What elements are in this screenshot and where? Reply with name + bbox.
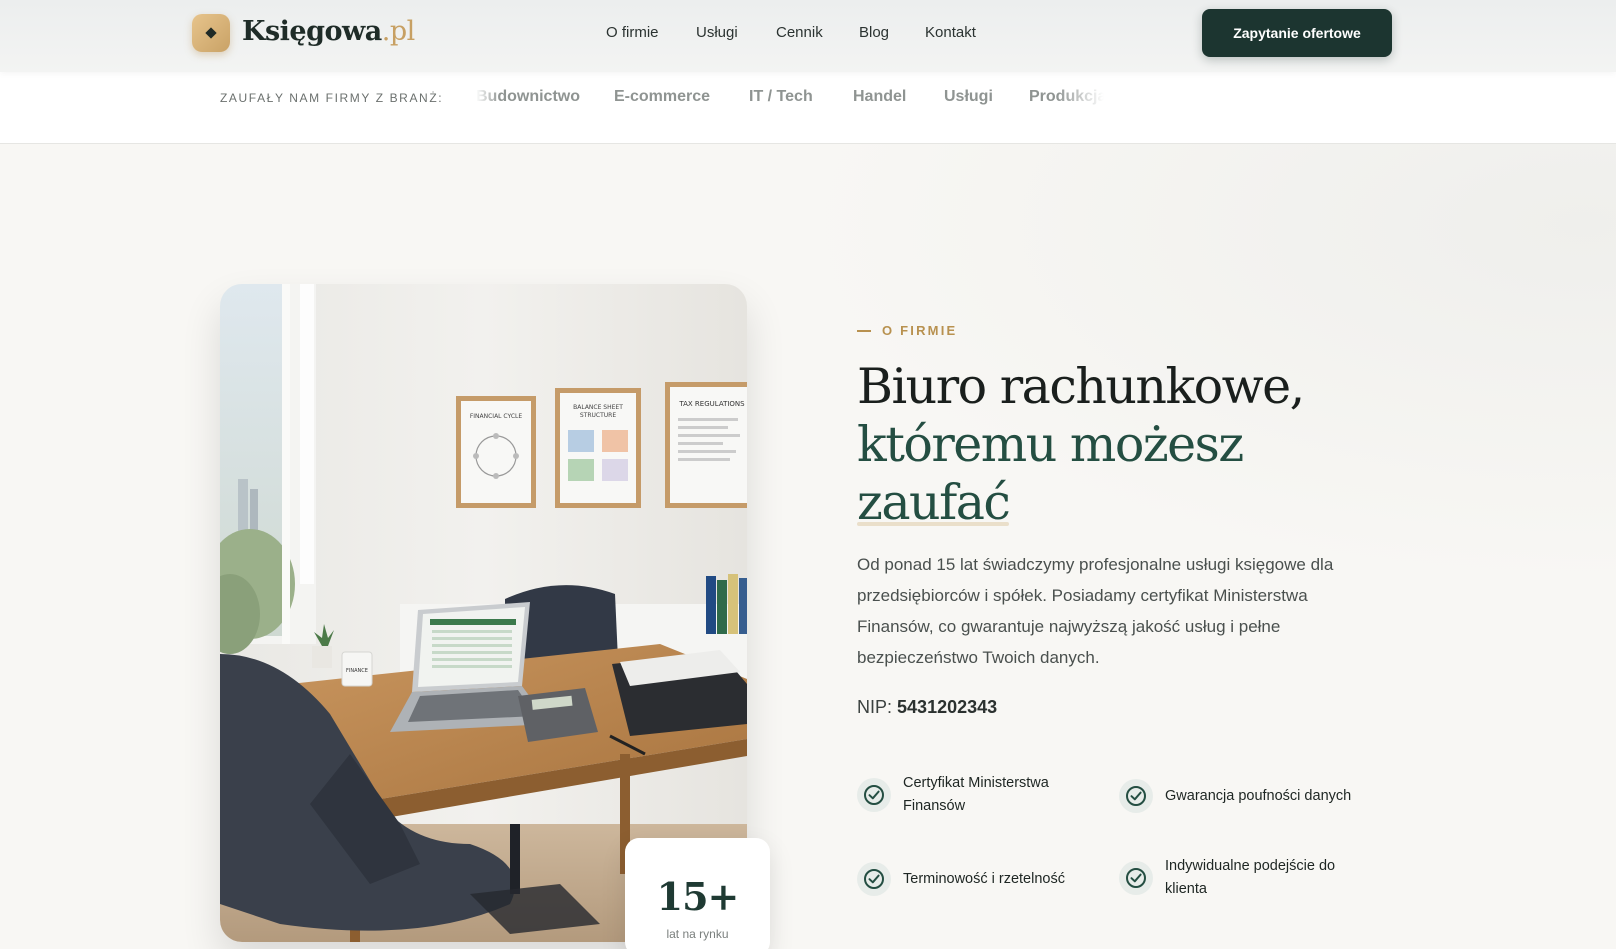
request-quote-button[interactable]: Zapytanie ofertowe [1202,9,1392,57]
industries-label: ZAUFAŁY NAM FIRMY Z BRANŻ: [220,91,444,105]
nip-value: 5431202343 [897,697,998,717]
feature-label: Terminowość i rzetelność [903,870,1065,887]
poster-title-balance-sheet: BALANCE SHEET [573,404,623,411]
nip-number: NIP: 5431202343 [857,697,997,718]
section-eyebrow: O FIRMIE [857,323,957,338]
industry-item: E-commerce [614,88,711,105]
logo-wordmark[interactable]: Księgowa.pl [242,16,415,47]
about-description: Od ponad 15 lat świadczymy profesjonalne… [857,555,1334,667]
feature-label: Indywidualne podejście do klienta [1165,858,1336,897]
years-label: lat na rynku [666,927,729,941]
brand-tld: .pl [381,16,416,47]
nav-item-blog[interactable]: Blog [859,24,889,41]
mug-text: FINANCE [346,668,368,674]
eyebrow-text: O FIRMIE [882,323,958,338]
nav-item-o-firmie[interactable]: O firmie [606,24,659,41]
feature-item: Gwarancja poufności danych [1119,779,1375,813]
poster-title-structure: STRUCTURE [580,412,616,419]
nip-label: NIP: [857,697,893,717]
eyebrow-line [857,329,871,332]
poster-title-tax-regulations: TAX REGULATIONS [678,400,745,408]
nav-item-cennik[interactable]: Cennik [776,24,823,41]
years-number: 15+ [656,874,740,919]
industry-item: Usługi [944,88,993,105]
check-circle-icon [1119,861,1153,895]
poster-title-financial-cycle: FINANCIAL CYCLE [470,413,523,420]
check-circle-icon [1119,779,1153,813]
site-header: Księgowa.pl O firmie Usługi Cennik Blog … [0,0,1616,72]
feature-item: Terminowość i rzetelność [857,862,1093,896]
industry-item: IT / Tech [749,88,813,105]
feature-item: Indywidualne podejście do klienta [1119,855,1375,901]
headline-line-3: zaufać [857,474,1011,531]
check-circle-icon [857,778,891,812]
years-badge: 15+ lat na rynku [625,838,770,949]
check-circle-icon [857,862,891,896]
logo-icon[interactable] [192,14,230,52]
brand-name: Księgowa [242,16,382,47]
industry-item: Handel [853,88,907,105]
industry-item: Produkcja [1029,88,1104,105]
feature-label: Certyfikat Ministerstwa Finansów [903,775,1049,814]
nav-item-kontakt[interactable]: Kontakt [925,24,976,41]
feature-item: Certyfikat Ministerstwa Finansów [857,772,1093,818]
headline-line-1: Biuro rachunkowe, [857,358,1305,415]
industry-item: Budownictwo [476,88,580,105]
headline-line-2: któremu możesz [857,416,1244,473]
feature-label: Gwarancja poufności danych [1165,787,1352,804]
diamond-icon [205,27,217,39]
industries-marquee: Budownictwo E-commerce IT / Tech Handel … [476,88,1104,110]
nav-item-uslugi[interactable]: Usługi [696,24,738,41]
page-title: Biuro rachunkowe, któremu możesz zaufać [857,358,1377,532]
